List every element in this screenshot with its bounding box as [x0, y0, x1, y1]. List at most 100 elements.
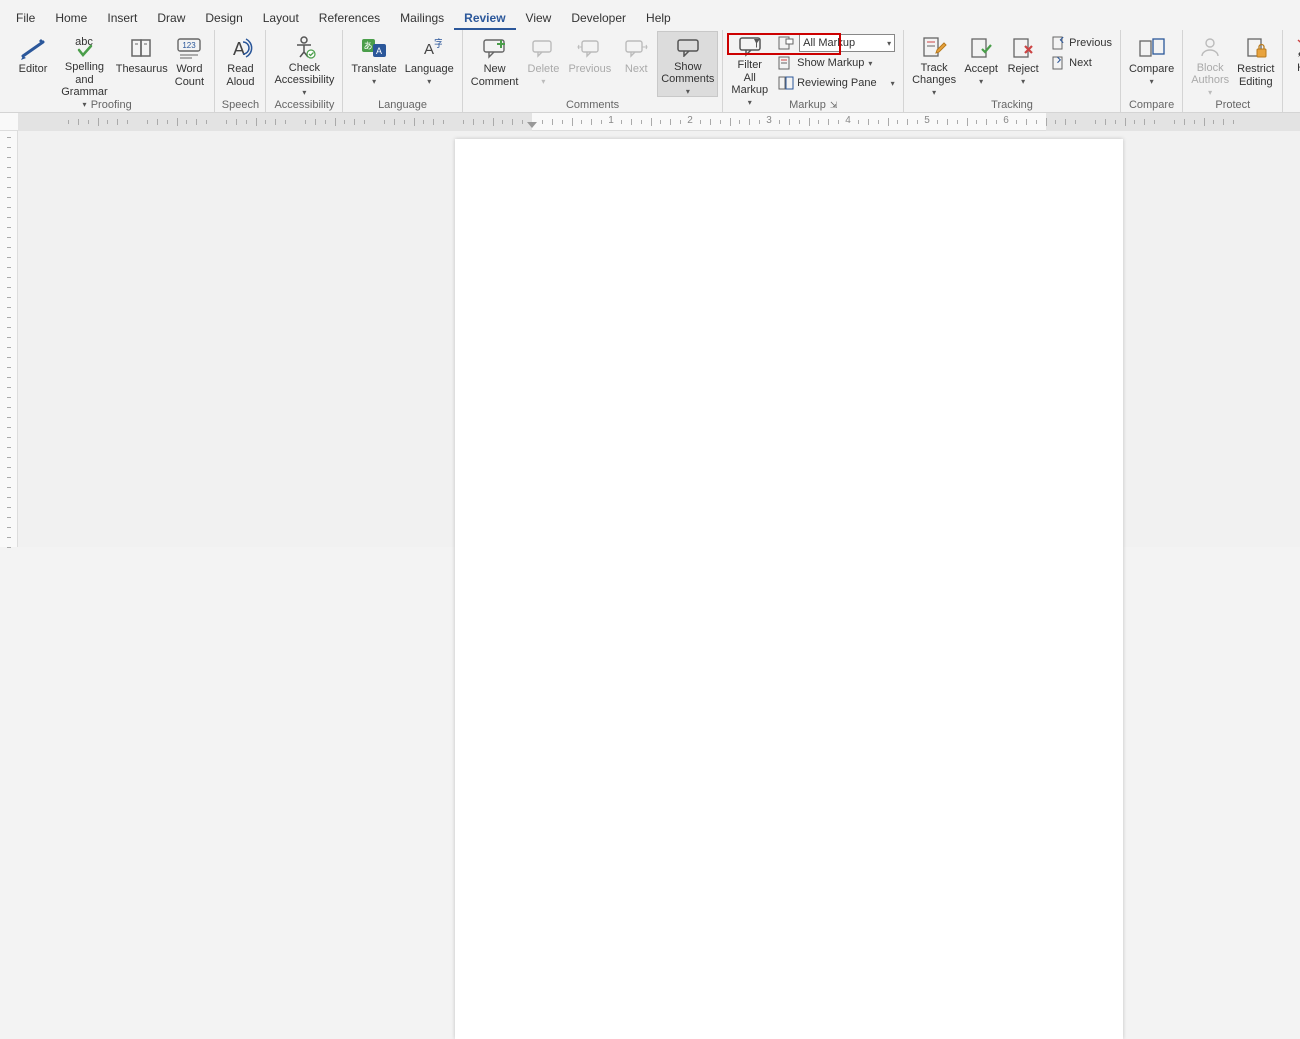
abc-check-icon: abc	[69, 35, 99, 59]
track-dropdown-icon	[932, 87, 936, 97]
filter-markup-icon	[735, 35, 765, 57]
group-ink: Hide Ink Ink	[1283, 30, 1300, 112]
display-icon	[778, 35, 794, 51]
block-authors-button: Block Authors	[1187, 31, 1233, 97]
show-comments-button[interactable]: Show Comments	[657, 31, 718, 97]
tab-home[interactable]: Home	[45, 5, 97, 30]
reviewing-pane-button[interactable]: Reviewing Pane▾	[774, 73, 899, 93]
check-accessibility-button[interactable]: Check Accessibility	[270, 31, 338, 97]
track-changes-icon	[919, 35, 949, 60]
block-authors-icon	[1195, 35, 1225, 60]
next-comment-icon	[621, 35, 651, 61]
editor-icon	[18, 35, 48, 61]
group-proofing: Editor abc Spelling and Grammar Thesauru…	[8, 30, 215, 112]
track-changes-button[interactable]: Track Changes	[908, 31, 960, 97]
tab-layout[interactable]: Layout	[253, 5, 309, 30]
language-icon: A字	[414, 35, 444, 61]
hide-ink-button[interactable]: Hide Ink	[1287, 31, 1300, 97]
tab-insert[interactable]: Insert	[97, 5, 147, 30]
prev-comment-icon	[575, 35, 605, 61]
hide-ink-icon	[1293, 35, 1300, 60]
svg-text:A: A	[376, 46, 382, 56]
chevron-down-icon: ▾	[891, 79, 895, 88]
language-dropdown-icon	[427, 76, 431, 86]
restrict-icon	[1241, 35, 1271, 61]
compare-dropdown-icon	[1150, 76, 1154, 86]
restrict-editing-button[interactable]: Restrict Editing	[1233, 31, 1278, 97]
group-protect: Block Authors Restrict Editing Protect	[1183, 30, 1283, 112]
reject-icon	[1008, 35, 1038, 61]
delete-comment-icon	[528, 35, 558, 61]
prev-change-icon	[1050, 35, 1066, 51]
tab-developer[interactable]: Developer	[561, 5, 636, 30]
reject-dropdown-icon	[1021, 76, 1025, 86]
display-for-review-dropdown[interactable]: All Markup▾	[799, 34, 895, 52]
compare-button[interactable]: Compare	[1125, 31, 1178, 97]
thesaurus-icon	[127, 35, 157, 61]
reviewing-pane-icon	[778, 75, 794, 91]
svg-text:字: 字	[434, 37, 442, 50]
spelling-grammar-button[interactable]: abc Spelling and Grammar	[54, 31, 115, 97]
reject-button[interactable]: Reject	[1002, 31, 1044, 97]
group-accessibility: Check Accessibility Accessibility	[266, 30, 343, 112]
group-tracking: Track Changes Accept Reject Previous	[904, 30, 1121, 112]
next-comment-button: Next	[615, 31, 657, 97]
horizontal-ruler[interactable]: 123456	[0, 113, 1300, 131]
compare-icon	[1137, 35, 1167, 61]
chevron-down-icon: ▾	[868, 59, 872, 68]
group-comments: New Comment Delete Previous Next Show Co…	[463, 30, 724, 112]
svg-text:A: A	[424, 41, 434, 58]
tab-mailings[interactable]: Mailings	[390, 5, 454, 30]
markup-dialog-launcher[interactable]: ⇲	[830, 98, 838, 112]
tab-view[interactable]: View	[516, 5, 562, 30]
accept-dropdown-icon	[979, 76, 983, 86]
accept-icon	[966, 35, 996, 61]
display-for-review-row[interactable]: All Markup▾	[774, 33, 899, 53]
document-page[interactable]	[455, 139, 1123, 1039]
tab-file[interactable]: File	[6, 5, 45, 30]
ribbon-tabs: FileHomeInsertDrawDesignLayoutReferences…	[0, 0, 1300, 30]
editor-button[interactable]: Editor	[12, 31, 54, 97]
translate-icon: あA	[359, 35, 389, 61]
svg-text:あ: あ	[364, 41, 373, 51]
document-area: L 123456	[0, 113, 1300, 547]
read-aloud-button[interactable]: A Read Aloud	[219, 31, 261, 97]
thesaurus-button[interactable]: Thesaurus	[115, 31, 168, 97]
filter-dropdown-icon	[748, 97, 752, 107]
tab-draw[interactable]: Draw	[147, 5, 195, 30]
next-change-button[interactable]: Next	[1046, 53, 1116, 73]
chevron-down-icon: ▾	[887, 39, 891, 48]
tab-design[interactable]: Design	[195, 5, 252, 30]
translate-button[interactable]: あA Translate	[347, 31, 400, 97]
show-comments-dropdown-icon	[686, 86, 690, 96]
language-button[interactable]: A字 Language	[401, 31, 458, 97]
tab-references[interactable]: References	[309, 5, 390, 30]
spelling-dropdown-icon	[82, 99, 86, 109]
read-aloud-icon: A	[225, 35, 255, 61]
next-change-icon	[1050, 55, 1066, 71]
word-count-button[interactable]: 123 Word Count	[168, 31, 210, 97]
svg-text:123: 123	[183, 41, 197, 50]
filter-markup-button[interactable]: Filter All Markup	[727, 31, 772, 97]
group-language: あA Translate A字 Language Language	[343, 30, 462, 112]
accessibility-icon	[289, 35, 319, 60]
word-count-icon: 123	[174, 35, 204, 61]
translate-dropdown-icon	[372, 76, 376, 86]
show-markup-icon	[778, 55, 794, 71]
group-markup: Filter All Markup All Markup▾ Show Marku…	[723, 30, 904, 112]
group-speech: A Read Aloud Speech	[215, 30, 266, 112]
tab-help[interactable]: Help	[636, 5, 681, 30]
new-comment-button[interactable]: New Comment	[467, 31, 523, 97]
tab-review[interactable]: Review	[454, 5, 515, 30]
new-comment-icon	[480, 35, 510, 61]
show-markup-button[interactable]: Show Markup▾	[774, 53, 899, 73]
ribbon: Editor abc Spelling and Grammar Thesauru…	[0, 30, 1300, 113]
previous-comment-button: Previous	[564, 31, 615, 97]
accept-button[interactable]: Accept	[960, 31, 1002, 97]
delete-comment-button: Delete	[522, 31, 564, 97]
group-compare: Compare Compare	[1121, 30, 1183, 112]
previous-change-button[interactable]: Previous	[1046, 33, 1116, 53]
show-comments-icon	[673, 35, 703, 59]
accessibility-dropdown-icon	[302, 87, 306, 97]
vertical-ruler[interactable]	[0, 131, 18, 547]
